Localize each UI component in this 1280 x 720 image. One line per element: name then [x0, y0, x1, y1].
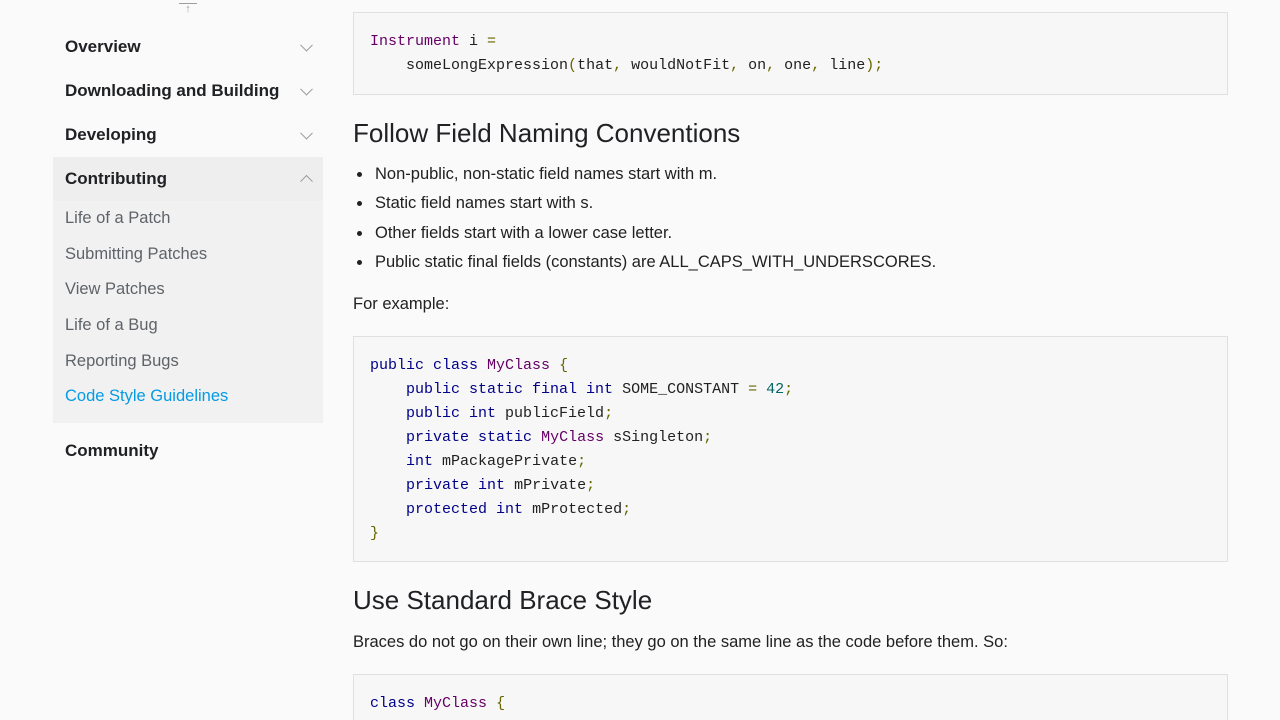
code-token: mPrivate [514, 477, 587, 494]
sidebar-section-developing[interactable]: Developing [53, 113, 323, 157]
code-token: , [613, 57, 632, 74]
code-token: , [730, 57, 749, 74]
list-item: Other fields start with a lower case let… [353, 219, 936, 248]
code-token: , [766, 57, 785, 74]
sidebar-section-label: Community [65, 440, 159, 460]
code-token: private static [406, 429, 533, 446]
code-line: public static final int SOME_CONSTANT = … [406, 381, 793, 398]
code-token: ; [586, 477, 596, 494]
code-token: public int [406, 405, 497, 422]
sidebar-section-contributing[interactable]: Contributing [53, 157, 323, 201]
code-token: { [559, 357, 569, 374]
code-token: sSingleton [613, 429, 704, 446]
code-token: ( [568, 57, 578, 74]
list-item: Non-public, non-static field names start… [353, 160, 936, 189]
code-token: } [370, 525, 380, 542]
section-heading-field-naming: Follow Field Naming Conventions [353, 118, 741, 148]
code-token: line [829, 57, 866, 74]
sidebar-item-life-of-a-bug[interactable]: Life of a Bug [53, 308, 323, 344]
sidebar-item-submitting-patches[interactable]: Submitting Patches [53, 237, 323, 273]
code-token: ; [622, 501, 632, 518]
code-token: mProtected [532, 501, 623, 518]
code-line: } [370, 525, 379, 542]
code-token: ; [577, 453, 587, 470]
code-line: class MyClass { [370, 695, 505, 712]
code-token: someLongExpression [370, 57, 569, 74]
example-intro-text: For example: [353, 295, 450, 313]
chevron-up-icon[interactable] [300, 174, 313, 188]
code-line: Instrument i = [370, 33, 496, 50]
code-token: protected int [406, 501, 524, 518]
sidebar-section-label: Contributing [65, 169, 167, 188]
code-line: int mPackagePrivate; [406, 453, 586, 470]
code-token: 42 [766, 381, 785, 398]
code-token: ); [865, 57, 884, 74]
code-token: mPackagePrivate [442, 453, 578, 470]
code-token: = [748, 381, 758, 398]
list-item: Static field names start with s. [353, 189, 936, 218]
code-line: private int mPrivate; [406, 477, 595, 494]
sidebar-item-life-of-a-patch[interactable]: Life of a Patch [53, 201, 323, 237]
code-token: that [577, 57, 614, 74]
section-heading-brace-style: Use Standard Brace Style [353, 585, 653, 615]
sidebar-section-label: Developing [65, 125, 157, 144]
code-block-long-expression: Instrument i = someLongExpression(that, … [353, 12, 1228, 95]
arrow-up-icon[interactable]: ↑ [179, 0, 197, 15]
sidebar-item-view-patches[interactable]: View Patches [53, 272, 323, 308]
code-token: SOME_CONSTANT [622, 381, 740, 398]
code-token: one [784, 57, 812, 74]
sidebar-item-code-style-guidelines[interactable]: Code Style Guidelines [53, 379, 323, 415]
chevron-down-icon[interactable] [300, 126, 313, 140]
code-token: MyClass [424, 695, 488, 712]
code-token: , [811, 57, 830, 74]
sidebar-group-contributing: Contributing Life of a Patch Submitting … [53, 157, 323, 423]
code-block-brace-example: class MyClass { [353, 674, 1228, 720]
brace-style-text: Braces do not go on their own line; they… [353, 633, 1008, 651]
code-token: ; [703, 429, 713, 446]
sidebar-section-label: Downloading and Building [65, 81, 280, 100]
list-item: Public static final fields (constants) a… [353, 248, 936, 277]
code-token: public class [370, 357, 479, 374]
sidebar-nav: Overview Downloading and Building Develo… [53, 25, 323, 473]
code-line: private static MyClass sSingleton; [406, 429, 712, 446]
code-token: MyClass [487, 357, 551, 374]
code-line: public int publicField; [406, 405, 613, 422]
code-token: Instrument [370, 33, 461, 50]
code-line: public class MyClass { [370, 357, 568, 374]
sidebar-item-reporting-bugs[interactable]: Reporting Bugs [53, 343, 323, 379]
chevron-down-icon[interactable] [300, 82, 313, 96]
code-line: someLongExpression(that, wouldNotFit, on… [370, 57, 883, 74]
code-token: publicField [505, 405, 605, 422]
page: ↑ Overview Downloading and Building Deve… [0, 0, 1280, 720]
sidebar-section-label: Overview [65, 37, 141, 56]
code-token: { [496, 695, 506, 712]
code-token: wouldNotFit [631, 57, 731, 74]
code-token: class [370, 695, 416, 712]
code-token: ; [604, 405, 614, 422]
naming-rules-list: Non-public, non-static field names start… [353, 160, 936, 277]
sidebar-section-downloading-and-building[interactable]: Downloading and Building [53, 69, 323, 113]
code-token: i [460, 33, 488, 50]
sidebar-section-overview[interactable]: Overview [53, 25, 323, 69]
sidebar-section-community[interactable]: Community [53, 429, 323, 473]
code-block-myclass-fields: public class MyClass { public static fin… [353, 336, 1228, 562]
code-token: private int [406, 477, 506, 494]
code-token: = [487, 33, 497, 50]
code-token: ; [784, 381, 794, 398]
code-token: on [748, 57, 767, 74]
code-token: MyClass [541, 429, 605, 446]
chevron-down-icon[interactable] [300, 38, 313, 52]
code-token: public static final int [406, 381, 614, 398]
code-token: int [406, 453, 434, 470]
code-line: protected int mProtected; [406, 501, 631, 518]
